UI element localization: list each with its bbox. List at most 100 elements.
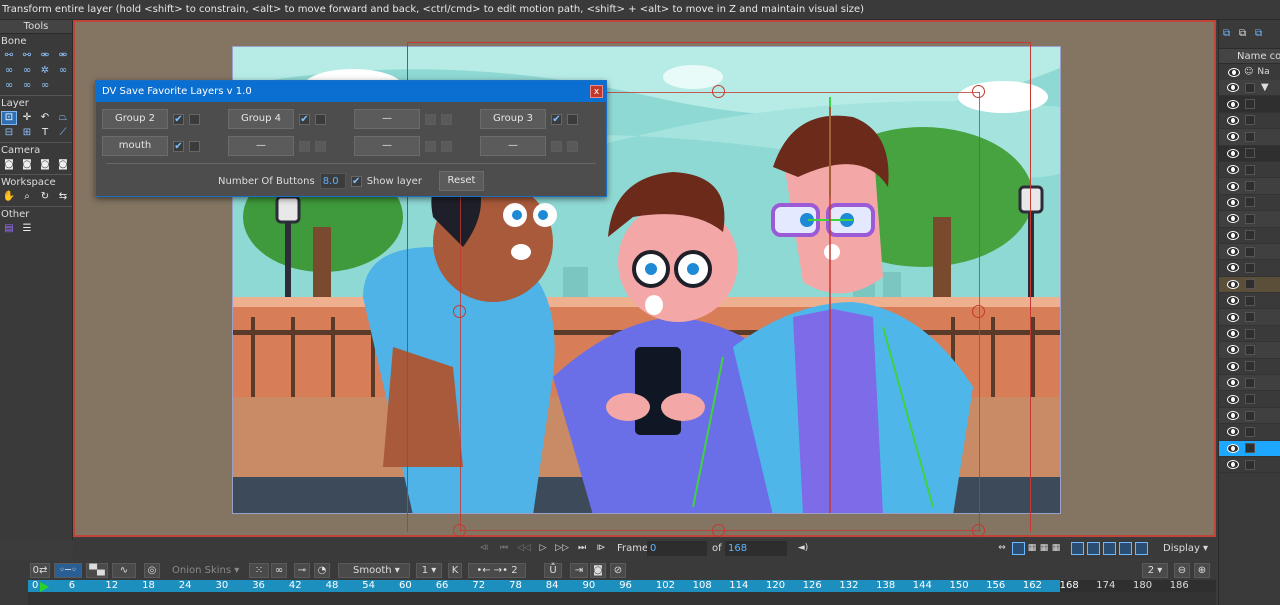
rotate-workspace-icon[interactable]: ↻ <box>38 191 52 203</box>
layer-row[interactable]: ▼ <box>1219 80 1280 97</box>
eye-icon[interactable] <box>1227 165 1239 175</box>
camera-roll-icon[interactable]: ◙ <box>38 159 52 171</box>
orbit-icon[interactable]: ⇆ <box>56 191 70 203</box>
switch-layer-icon[interactable]: ⊞ <box>20 127 34 139</box>
audio-icon[interactable]: ◄) <box>796 542 810 555</box>
eye-icon[interactable] <box>1227 132 1239 142</box>
transform-handle-bottom-right[interactable] <box>972 524 985 537</box>
layer-checkbox[interactable] <box>1245 197 1255 208</box>
camera-capture-icon[interactable]: ◙ <box>590 563 606 578</box>
next-keyframe-icon[interactable]: ⏭ <box>575 542 589 555</box>
sequencer-button[interactable]: ▀▄ <box>86 563 108 578</box>
layer-row[interactable] <box>1219 407 1280 425</box>
eye-icon[interactable] <box>1227 361 1239 371</box>
camera-pan-icon[interactable]: ◙ <box>56 159 70 171</box>
name-column-header[interactable]: Na <box>1257 67 1269 77</box>
layer-checkbox[interactable] <box>1245 459 1255 470</box>
layer-checkbox[interactable] <box>1245 115 1255 126</box>
layer-checkbox[interactable] <box>1245 443 1255 454</box>
transform-handle-top-right[interactable] <box>972 85 985 98</box>
favorite-toggle-8[interactable] <box>567 140 578 152</box>
reparent-bone-icon[interactable]: ⚮ <box>56 50 70 62</box>
bone-constraint-icon[interactable]: ∞ <box>38 80 52 92</box>
layer-checkbox[interactable] <box>1245 426 1255 437</box>
layer-checkbox[interactable] <box>1245 82 1255 93</box>
delete-layer-icon[interactable]: ⧉ <box>1255 28 1267 40</box>
favorite-checkbox-8[interactable] <box>551 140 562 152</box>
layer-checkbox[interactable] <box>1245 377 1255 388</box>
reset-button[interactable]: Reset <box>438 171 484 191</box>
layer-checkbox[interactable] <box>1245 148 1255 159</box>
motion-graph-button[interactable]: ∿ <box>112 563 136 578</box>
favorite-checkbox-3[interactable] <box>425 113 436 125</box>
onion-skin-toggle[interactable]: ◎ <box>144 563 160 578</box>
camera-track-icon[interactable]: ◙ <box>2 159 16 171</box>
eye-icon[interactable] <box>1227 99 1239 109</box>
display-dropdown[interactable]: Display ▾ <box>1163 541 1215 557</box>
favorite-toggle-5[interactable] <box>189 140 200 152</box>
eye-icon[interactable] <box>1227 312 1239 322</box>
layer-row[interactable] <box>1219 243 1280 261</box>
zoom-out-icon[interactable]: ⊖ <box>1174 563 1190 578</box>
layer-row[interactable] <box>1219 424 1280 441</box>
layer-row[interactable] <box>1219 211 1280 228</box>
layer-row[interactable] <box>1219 293 1280 310</box>
layer-checkbox[interactable] <box>1245 312 1255 323</box>
layer-row[interactable] <box>1219 145 1280 162</box>
zoom-in-icon[interactable]: ⊕ <box>1194 563 1210 578</box>
dialog-title-bar[interactable]: DV Save Favorite Layers v 1.0 x <box>96 81 606 102</box>
layer-row[interactable] <box>1219 195 1280 212</box>
quality-icon-5[interactable] <box>1135 542 1148 555</box>
onion-skins-label[interactable]: Onion Skins ▾ <box>172 563 239 578</box>
favorite-checkbox-6[interactable] <box>299 140 310 152</box>
favorite-button-8[interactable]: — <box>480 136 546 156</box>
mark-icon[interactable]: ⊘ <box>610 563 626 578</box>
layer-row[interactable] <box>1219 260 1280 277</box>
scale-layer-icon[interactable]: ⊟ <box>2 127 16 139</box>
favorite-button-3[interactable]: — <box>354 109 420 129</box>
step-forward-icon[interactable]: ▷▷ <box>555 542 569 555</box>
list-icon[interactable]: ☰ <box>20 223 34 235</box>
interval-dropdown[interactable]: 1 ▾ <box>416 563 442 578</box>
eye-icon[interactable] <box>1227 279 1239 289</box>
zoom-icon[interactable]: ⌕ <box>20 191 34 203</box>
layer-row[interactable] <box>1219 309 1280 326</box>
favorite-checkbox-5[interactable]: ✔ <box>173 140 184 152</box>
frame-input[interactable]: 0 <box>647 541 707 556</box>
favorite-button-4[interactable]: Group 3 <box>480 109 546 129</box>
new-layer-icon[interactable]: ⧉ <box>1223 28 1235 40</box>
bind-layer-icon[interactable]: ∞ <box>2 80 16 92</box>
keyframe-mode-button[interactable]: 0⇄ <box>30 563 50 578</box>
layer-checkbox[interactable] <box>1245 394 1255 405</box>
eye-icon[interactable] <box>1227 148 1239 158</box>
transform-handle-left[interactable] <box>453 305 466 318</box>
bookmark-icon[interactable]: Ǚ <box>544 563 562 578</box>
favorite-toggle-1[interactable] <box>189 113 200 125</box>
layer-row[interactable] <box>1219 342 1280 359</box>
layer-checkbox[interactable] <box>1245 131 1255 142</box>
quality-icon-3[interactable] <box>1103 542 1116 555</box>
transform-handle-bottom-left[interactable] <box>453 524 466 537</box>
favorite-toggle-2[interactable] <box>315 113 326 125</box>
favorite-toggle-6[interactable] <box>315 140 326 152</box>
favorite-toggle-4[interactable] <box>567 113 578 125</box>
key-count-control[interactable]: •← →• 2 <box>468 563 526 578</box>
quality-icon-4[interactable] <box>1119 542 1132 555</box>
eye-icon[interactable] <box>1227 247 1239 257</box>
eye-icon[interactable] <box>1227 378 1239 388</box>
favorite-button-6[interactable]: — <box>228 136 294 156</box>
favorite-button-7[interactable]: — <box>354 136 420 156</box>
duplicate-layer-icon[interactable]: ⧉ <box>1239 28 1251 40</box>
transform-bone-icon[interactable]: ⚯ <box>20 50 34 62</box>
transform-layer-icon[interactable]: ⊡ <box>1 110 17 125</box>
layer-checkbox[interactable] <box>1245 164 1255 175</box>
view-single-icon[interactable] <box>1012 542 1025 555</box>
interpolation-dropdown[interactable]: Smooth ▾ <box>338 563 410 578</box>
layer-row[interactable] <box>1219 178 1280 195</box>
favorite-button-5[interactable]: mouth <box>102 136 168 156</box>
quality-icon-2[interactable] <box>1087 542 1100 555</box>
transform-handle-bottom[interactable] <box>712 524 725 537</box>
layer-row[interactable] <box>1219 129 1280 146</box>
view-split-3-icon[interactable]: ▦ <box>1049 542 1063 555</box>
layer-name-header[interactable]: Name con <box>1219 48 1280 64</box>
